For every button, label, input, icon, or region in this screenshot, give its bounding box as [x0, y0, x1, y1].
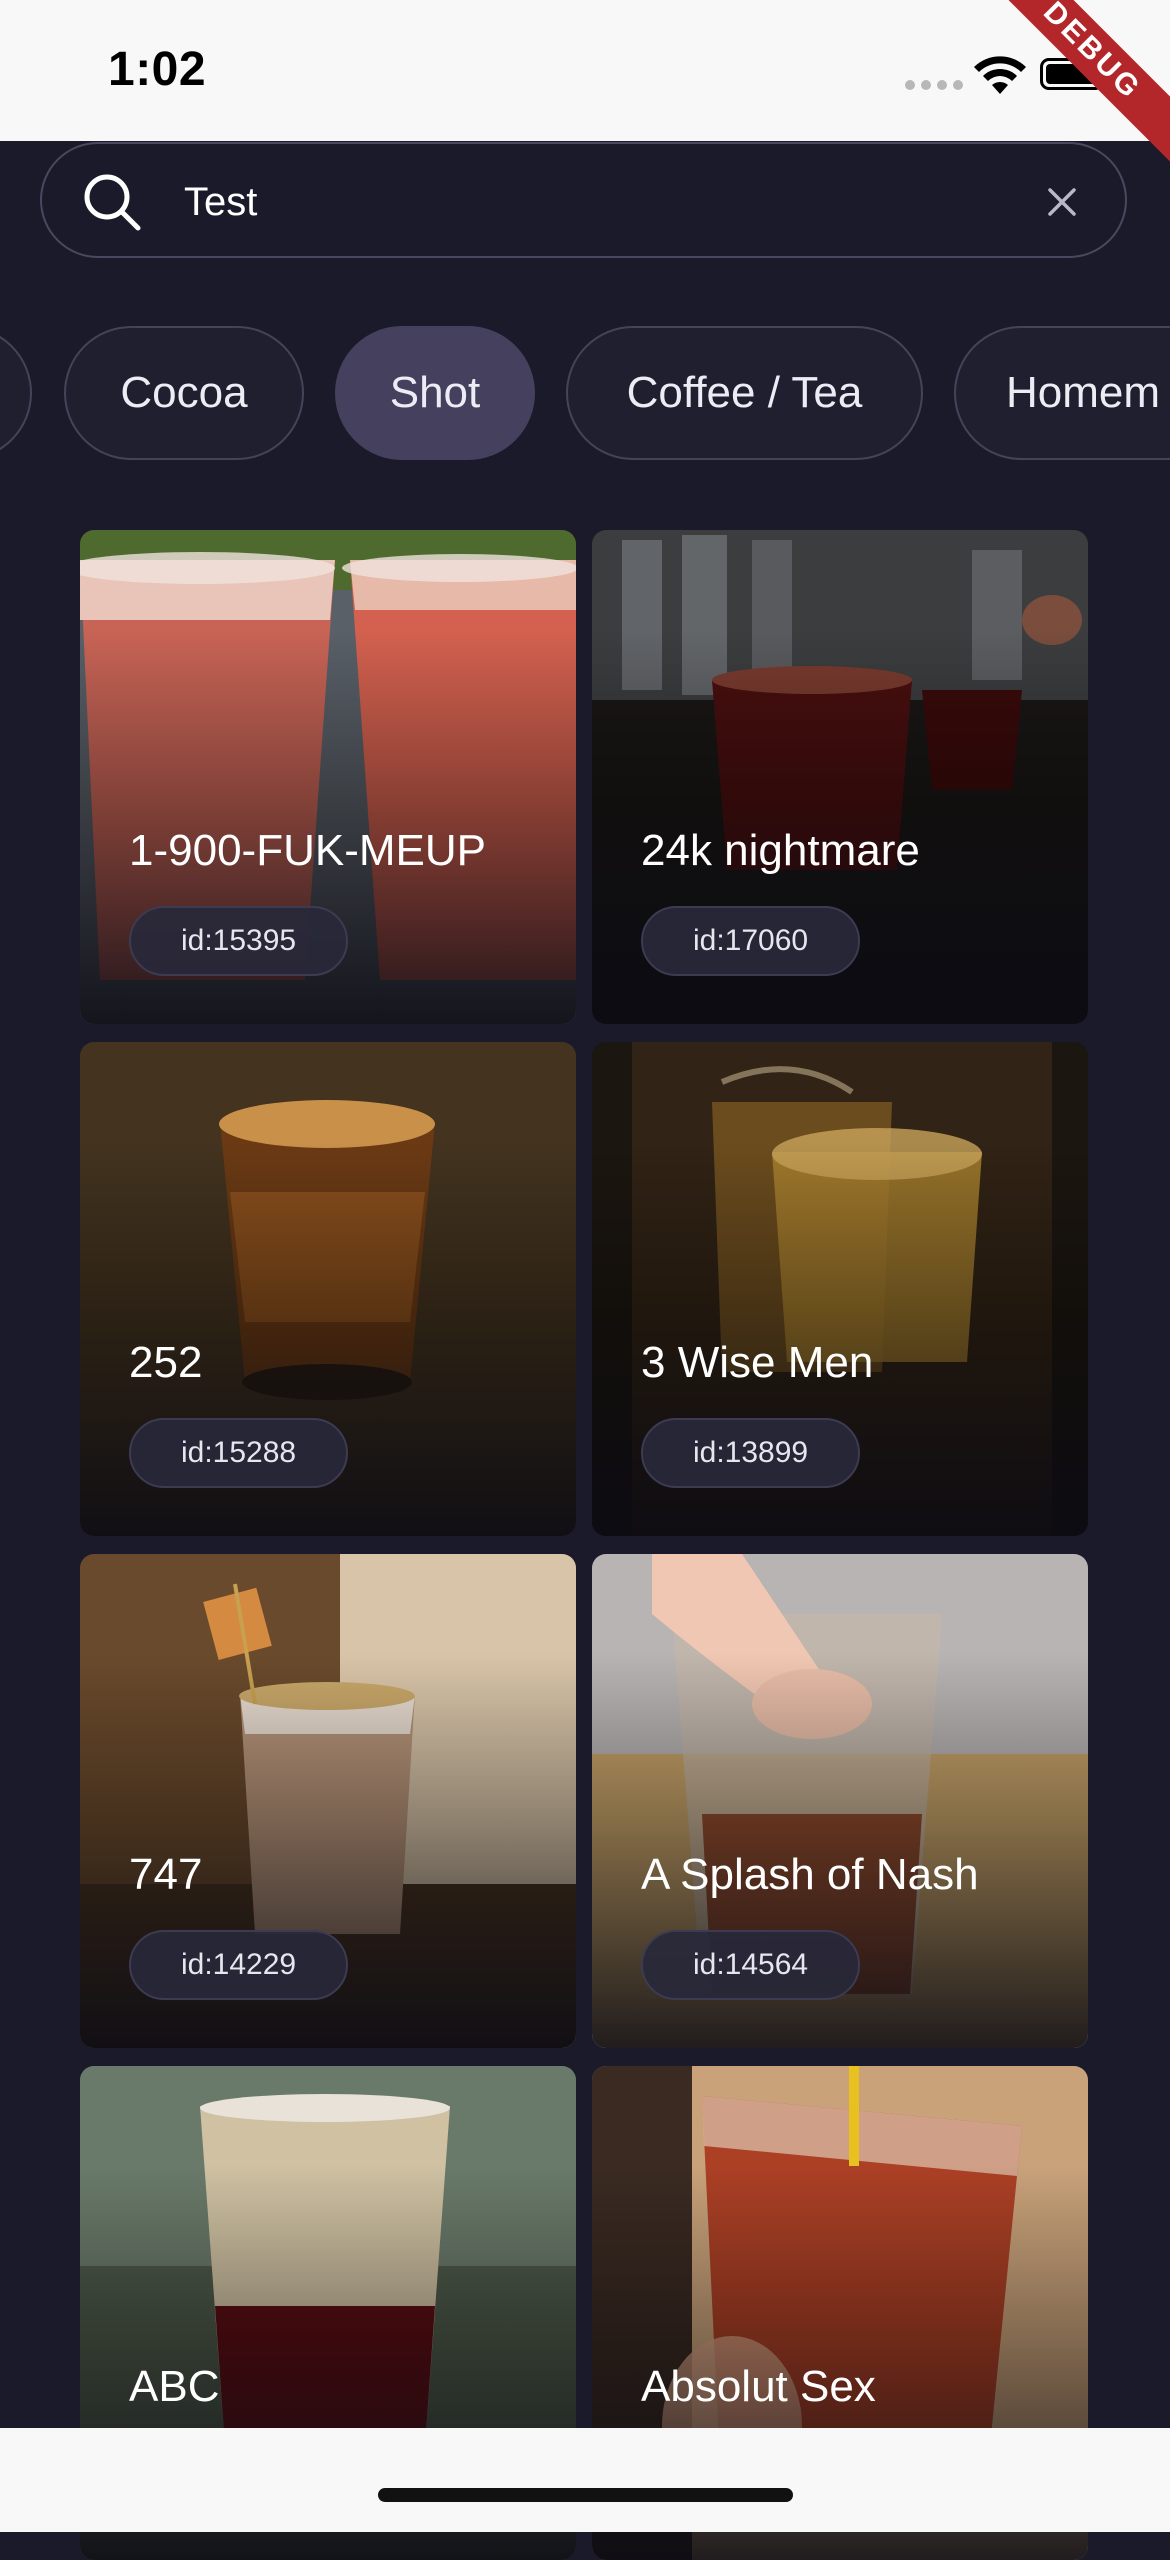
drink-id-badge: id:14229 [129, 1930, 349, 2000]
drink-name: Absolut Sex [641, 2362, 876, 2411]
home-bar [0, 2428, 1170, 2532]
drink-name: 24k nightmare [641, 826, 920, 875]
drink-card[interactable]: 1-900-FUK-MEUP id:15395 [80, 530, 576, 1024]
drink-name: 747 [129, 1850, 203, 1899]
search-icon [84, 174, 141, 231]
drink-id-badge: id:17060 [641, 906, 861, 976]
drink-id-badge: id:15395 [129, 906, 349, 976]
drink-name: A Splash of Nash [641, 1850, 979, 1899]
drink-card[interactable]: 24k nightmare id:17060 [592, 530, 1088, 1024]
drink-name: 252 [129, 1338, 203, 1387]
chip-shot[interactable]: Shot [335, 326, 535, 460]
category-chips[interactable]: Cocoa Shot Coffee / Tea Homem [0, 326, 1170, 464]
drink-name: ABC [129, 2362, 220, 2411]
chip-category[interactable] [0, 326, 32, 460]
drink-card[interactable]: A Splash of Nash id:14564 [592, 1554, 1088, 2048]
drink-id-badge: id:14564 [641, 1930, 861, 2000]
drink-name: 3 Wise Men [641, 1338, 874, 1387]
chip-homemade[interactable]: Homem [954, 326, 1170, 460]
status-time: 1:02 [108, 43, 207, 96]
drink-card[interactable]: 3 Wise Men id:13899 [592, 1042, 1088, 1536]
drink-card[interactable]: 747 id:14229 [80, 1554, 576, 2048]
drink-id-badge: id:15288 [129, 1418, 349, 1488]
chip-cocoa[interactable]: Cocoa [64, 326, 304, 460]
drink-name: 1-900-FUK-MEUP [129, 826, 486, 875]
status-bar: 1:02 [0, 0, 1170, 141]
chip-coffee-tea[interactable]: Coffee / Tea [566, 326, 923, 460]
cellular-signal-icon [905, 80, 963, 90]
search-bar[interactable] [40, 142, 1127, 258]
home-indicator[interactable] [378, 2488, 793, 2502]
drink-card[interactable]: 252 id:15288 [80, 1042, 576, 1536]
drink-id-badge: id:13899 [641, 1418, 861, 1488]
clear-icon[interactable] [1042, 182, 1082, 222]
wifi-icon [974, 56, 1026, 94]
search-input[interactable] [184, 172, 1004, 232]
